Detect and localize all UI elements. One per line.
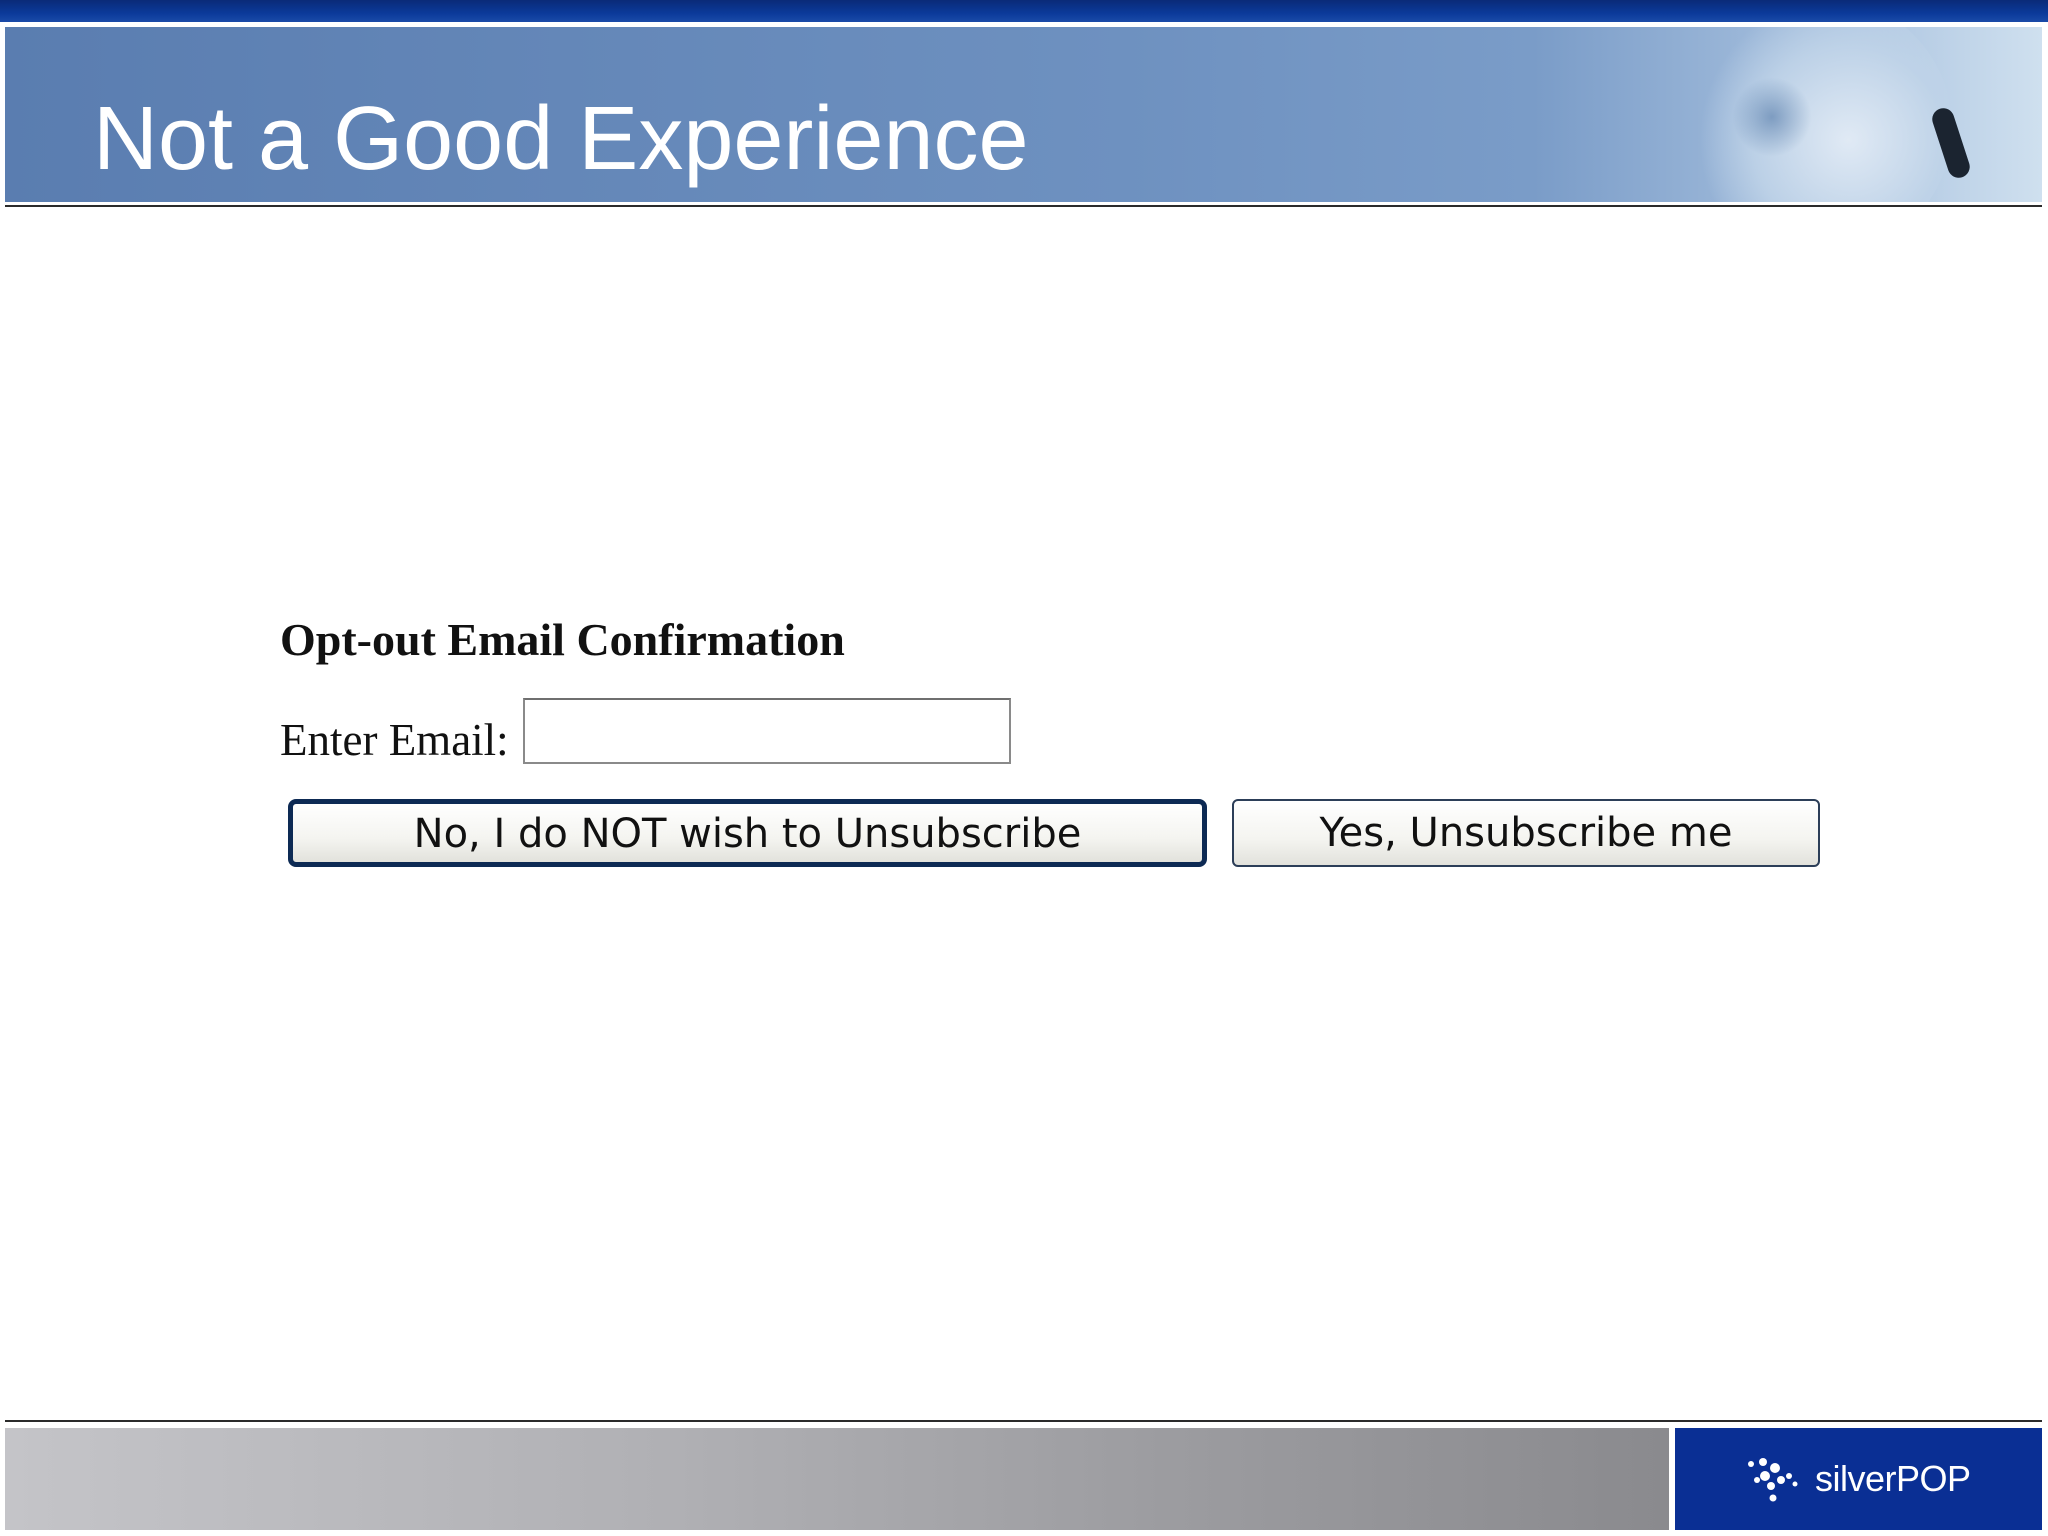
footer-logo: silverPOP: [1675, 1428, 2042, 1530]
top-accent-bar: [0, 0, 2048, 22]
footer-band: [5, 1428, 1669, 1530]
logo-text: silverPOP: [1815, 1458, 1971, 1499]
header-divider: [5, 205, 2042, 207]
gear-graphic-icon: [1692, 27, 1952, 202]
email-label: Enter Email:: [280, 715, 509, 765]
gear-shadow: [1732, 77, 1812, 157]
silverpop-logo-icon: [1748, 1458, 1798, 1502]
page-title: Not a Good Experience: [93, 89, 1029, 189]
email-input[interactable]: [523, 698, 1011, 764]
footer-divider: [5, 1420, 2042, 1422]
unsubscribe-button[interactable]: Yes, Unsubscribe me: [1232, 799, 1820, 867]
form-heading: Opt-out Email Confirmation: [280, 614, 845, 665]
do-not-unsubscribe-button[interactable]: No, I do NOT wish to Unsubscribe: [288, 799, 1207, 867]
header-banner: Not a Good Experience: [5, 27, 2042, 202]
slide: Not a Good Experience Opt-out Email Conf…: [0, 0, 2048, 1536]
